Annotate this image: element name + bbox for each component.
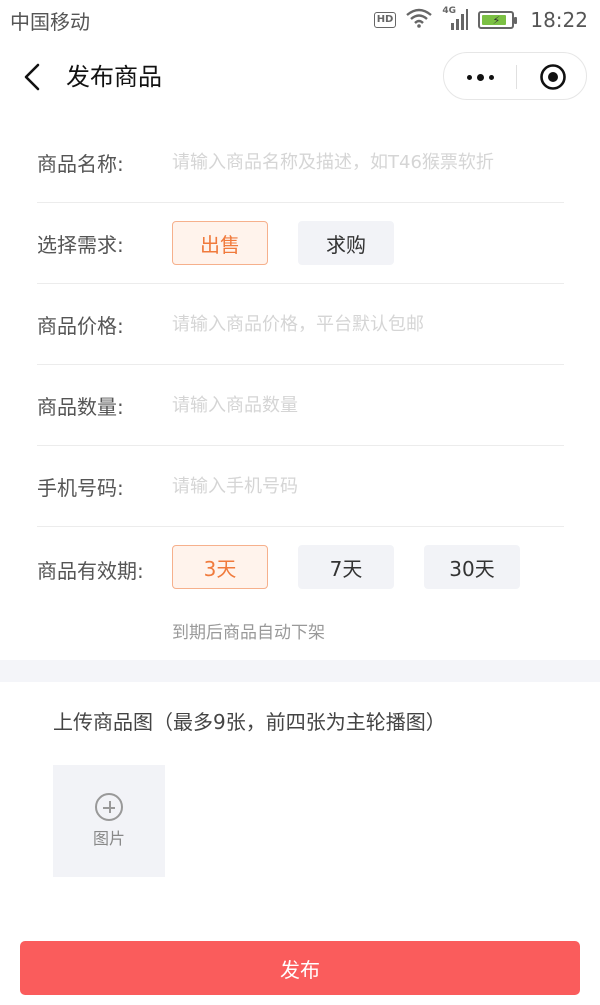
signal-icon: 4G — [442, 6, 469, 31]
demand-row: 选择需求: 出售 求购 — [37, 203, 564, 284]
demand-option-sell[interactable]: 出售 — [172, 221, 268, 265]
clock: 18:22 — [530, 8, 588, 32]
validity-hint: 到期后商品自动下架 — [172, 623, 325, 643]
phone-label: 手机号码: — [37, 475, 124, 500]
status-icons: HD 4G ⚡ 18:22 — [373, 6, 588, 32]
back-button[interactable] — [20, 60, 50, 94]
product-form: 商品名称: 选择需求: 出售 求购 商品价格: 商品数量: 手机号码: 商品有效… — [37, 122, 564, 647]
validity-option-7-days[interactable]: 7天 — [298, 545, 394, 589]
validity-label: 商品有效期: — [37, 559, 144, 583]
hd-icon: HD — [373, 12, 397, 28]
wifi-icon — [406, 8, 433, 32]
page-title: 发布商品 — [66, 63, 162, 91]
demand-option-buy[interactable]: 求购 — [298, 221, 394, 265]
back-chevron-icon — [24, 63, 40, 91]
charging-bolt-icon: ⚡ — [492, 13, 501, 27]
validity-options: 3天 7天 30天 — [172, 545, 520, 589]
name-input[interactable] — [172, 151, 552, 173]
price-label: 商品价格: — [37, 313, 124, 338]
phone-input[interactable] — [172, 475, 552, 497]
quantity-label: 商品数量: — [37, 394, 124, 419]
more-dots-icon — [466, 73, 494, 81]
demand-options: 出售 求购 — [172, 221, 394, 265]
quantity-row: 商品数量: — [37, 365, 564, 446]
name-row: 商品名称: — [37, 122, 564, 203]
carrier-name: 中国移动 — [10, 9, 90, 34]
close-button[interactable] — [517, 53, 588, 101]
status-bar: 中国移动 HD 4G ⚡ 18:22 — [0, 0, 600, 40]
add-image-label: 图片 — [92, 829, 125, 848]
price-row: 商品价格: — [37, 284, 564, 365]
quantity-input[interactable] — [172, 394, 552, 416]
mini-program-capsule — [443, 52, 587, 100]
demand-label: 选择需求: — [37, 232, 124, 257]
more-button[interactable] — [444, 53, 516, 101]
validity-option-30-days[interactable]: 30天 — [424, 545, 520, 589]
phone-row: 手机号码: — [37, 446, 564, 527]
upload-title: 上传商品图（最多9张，前四张为主轮播图） — [53, 710, 446, 734]
price-input[interactable] — [172, 313, 552, 335]
validity-option-3-days[interactable]: 3天 — [172, 545, 268, 589]
battery-icon: ⚡ — [478, 11, 518, 29]
add-image-button[interactable]: 图片 — [53, 765, 165, 877]
validity-row: 商品有效期: 3天 7天 30天 到期后商品自动下架 — [37, 527, 564, 647]
publish-button[interactable]: 发布 — [20, 941, 580, 995]
nav-bar: 发布商品 — [0, 40, 600, 114]
target-close-icon — [539, 64, 566, 90]
name-label: 商品名称: — [37, 151, 124, 176]
plus-circle-icon — [95, 793, 123, 821]
section-divider — [0, 660, 600, 682]
